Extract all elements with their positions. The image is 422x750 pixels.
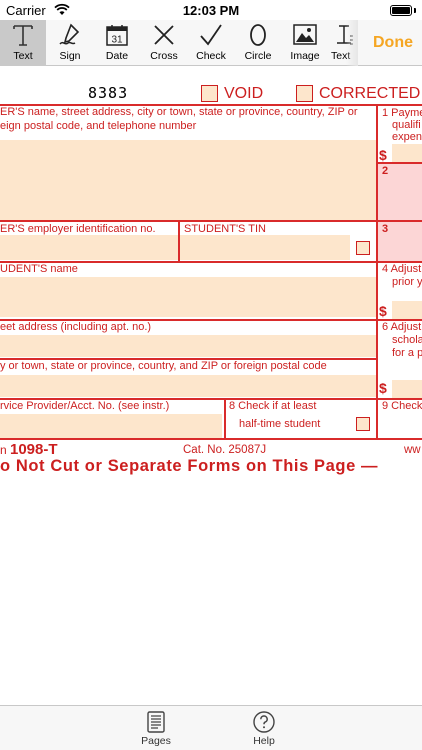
box8-label: 8 Check if at least <box>229 400 317 412</box>
tool-image-label: Image <box>290 50 320 62</box>
cross-icon <box>154 25 174 45</box>
help-tab-label: Help <box>253 735 275 747</box>
filer-ein-label: ER'S employer identification no. <box>0 223 156 235</box>
tool-sign-label: Sign <box>59 50 81 62</box>
pages-tab-label: Pages <box>141 735 171 747</box>
city-state-zip-label: y or town, state or province, country, a… <box>0 360 327 372</box>
box6-label-line2: schola <box>392 334 422 346</box>
tool-date-button[interactable]: 31 Date <box>94 20 140 66</box>
form-column-divider <box>376 104 378 438</box>
corrected-label: CORRECTED <box>319 85 421 102</box>
filer-address-label: eign postal code, and telephone number <box>0 120 197 132</box>
tool-circle-button[interactable]: Circle <box>235 20 281 66</box>
tool-text-label: Text <box>13 50 33 62</box>
box6-label: 6 Adjust <box>382 321 422 333</box>
box8-label-line2: half-time student <box>239 418 321 430</box>
tool-circle-label: Circle <box>244 50 272 62</box>
do-not-cut-notice: o Not Cut or Separate Forms on This Page… <box>0 457 379 475</box>
box1-label-line3: expen <box>392 131 422 143</box>
form-column-divider <box>178 220 180 261</box>
text-icon <box>13 25 33 46</box>
box1-dollar-sign: $ <box>379 147 387 163</box>
box4-label: 4 Adjust <box>382 263 422 275</box>
box2-label: 2 <box>382 165 389 177</box>
catalog-number: Cat. No. 25087J <box>183 444 267 456</box>
filer-name-label: ER'S name, street address, city or town,… <box>0 106 358 118</box>
check-icon <box>200 24 222 46</box>
irs-website-label: ww <box>404 444 421 456</box>
bottom-tab-bar: Pages Help <box>0 705 422 750</box>
street-address-label: eet address (including apt. no.) <box>0 321 152 333</box>
student-name-label: UDENT'S name <box>0 263 78 275</box>
box6-label-line3: for a p <box>392 347 422 359</box>
pages-tab[interactable]: Pages <box>126 710 186 747</box>
battery-icon <box>390 5 412 16</box>
tool-cross-label: Cross <box>150 50 178 62</box>
annotation-toolbar: Text Sign 31 Date Cross Check Circle Ima… <box>0 20 422 66</box>
box6-dollar-sign: $ <box>379 380 387 396</box>
student-tin-label: STUDENT'S TIN <box>184 223 266 235</box>
box4-amount-field[interactable] <box>392 301 422 319</box>
tool-sign-button[interactable]: Sign <box>47 20 93 66</box>
box6-amount-field[interactable] <box>392 380 422 398</box>
tool-cross-button[interactable]: Cross <box>141 20 187 66</box>
student-tin-field[interactable] <box>180 235 350 260</box>
corrected-checkbox[interactable] <box>296 85 313 102</box>
filer-info-field[interactable] <box>0 140 376 220</box>
street-address-field[interactable] <box>0 335 376 357</box>
box4-label-line2: prior y <box>392 276 422 288</box>
half-time-student-checkbox[interactable] <box>356 417 370 431</box>
box3-label: 3 <box>382 223 389 235</box>
battery-tip <box>414 8 416 13</box>
box4-dollar-sign: $ <box>379 303 387 319</box>
student-tin-checkbox[interactable] <box>356 241 370 255</box>
form-number: 8383 <box>88 84 129 102</box>
student-name-field[interactable] <box>0 277 376 317</box>
sign-icon <box>59 23 80 45</box>
help-tab[interactable]: Help <box>234 710 294 747</box>
help-icon <box>253 711 275 733</box>
form-bottom-rule <box>0 438 422 440</box>
clock-label: 12:03 PM <box>182 3 240 18</box>
date-icon-number: 31 <box>111 35 123 46</box>
filer-ein-field[interactable] <box>0 235 178 260</box>
service-provider-label: rvice Provider/Acct. No. (see instr.) <box>0 400 170 412</box>
tool-check-label: Check <box>196 50 226 62</box>
box1-amount-field[interactable] <box>392 144 422 162</box>
void-label: VOID <box>224 85 264 102</box>
tool-date-label: Date <box>105 50 129 62</box>
pages-icon <box>147 711 165 733</box>
status-bar: Carrier 12:03 PM <box>0 0 422 20</box>
circle-icon <box>250 24 266 46</box>
tool-check-button[interactable]: Check <box>188 20 234 66</box>
tool-text-button[interactable]: Text <box>0 20 46 66</box>
form-rule <box>0 220 422 222</box>
service-provider-field[interactable] <box>0 414 222 438</box>
void-checkbox[interactable] <box>201 85 218 102</box>
done-button[interactable]: Done <box>373 34 413 52</box>
city-state-zip-field[interactable] <box>0 375 376 397</box>
form-name-prefix: n <box>0 443 7 457</box>
form-name: 1098-T <box>10 441 58 458</box>
document-page: 8383 VOID CORRECTED ER'S name, street ad… <box>0 67 422 705</box>
form-column-divider <box>224 398 226 438</box>
date-icon: 31 <box>106 25 128 46</box>
tool-image-button[interactable]: Image <box>282 20 328 66</box>
toolbar-scroll-fade <box>346 20 358 66</box>
box9-label: 9 Check <box>382 400 422 412</box>
image-icon <box>293 24 317 45</box>
